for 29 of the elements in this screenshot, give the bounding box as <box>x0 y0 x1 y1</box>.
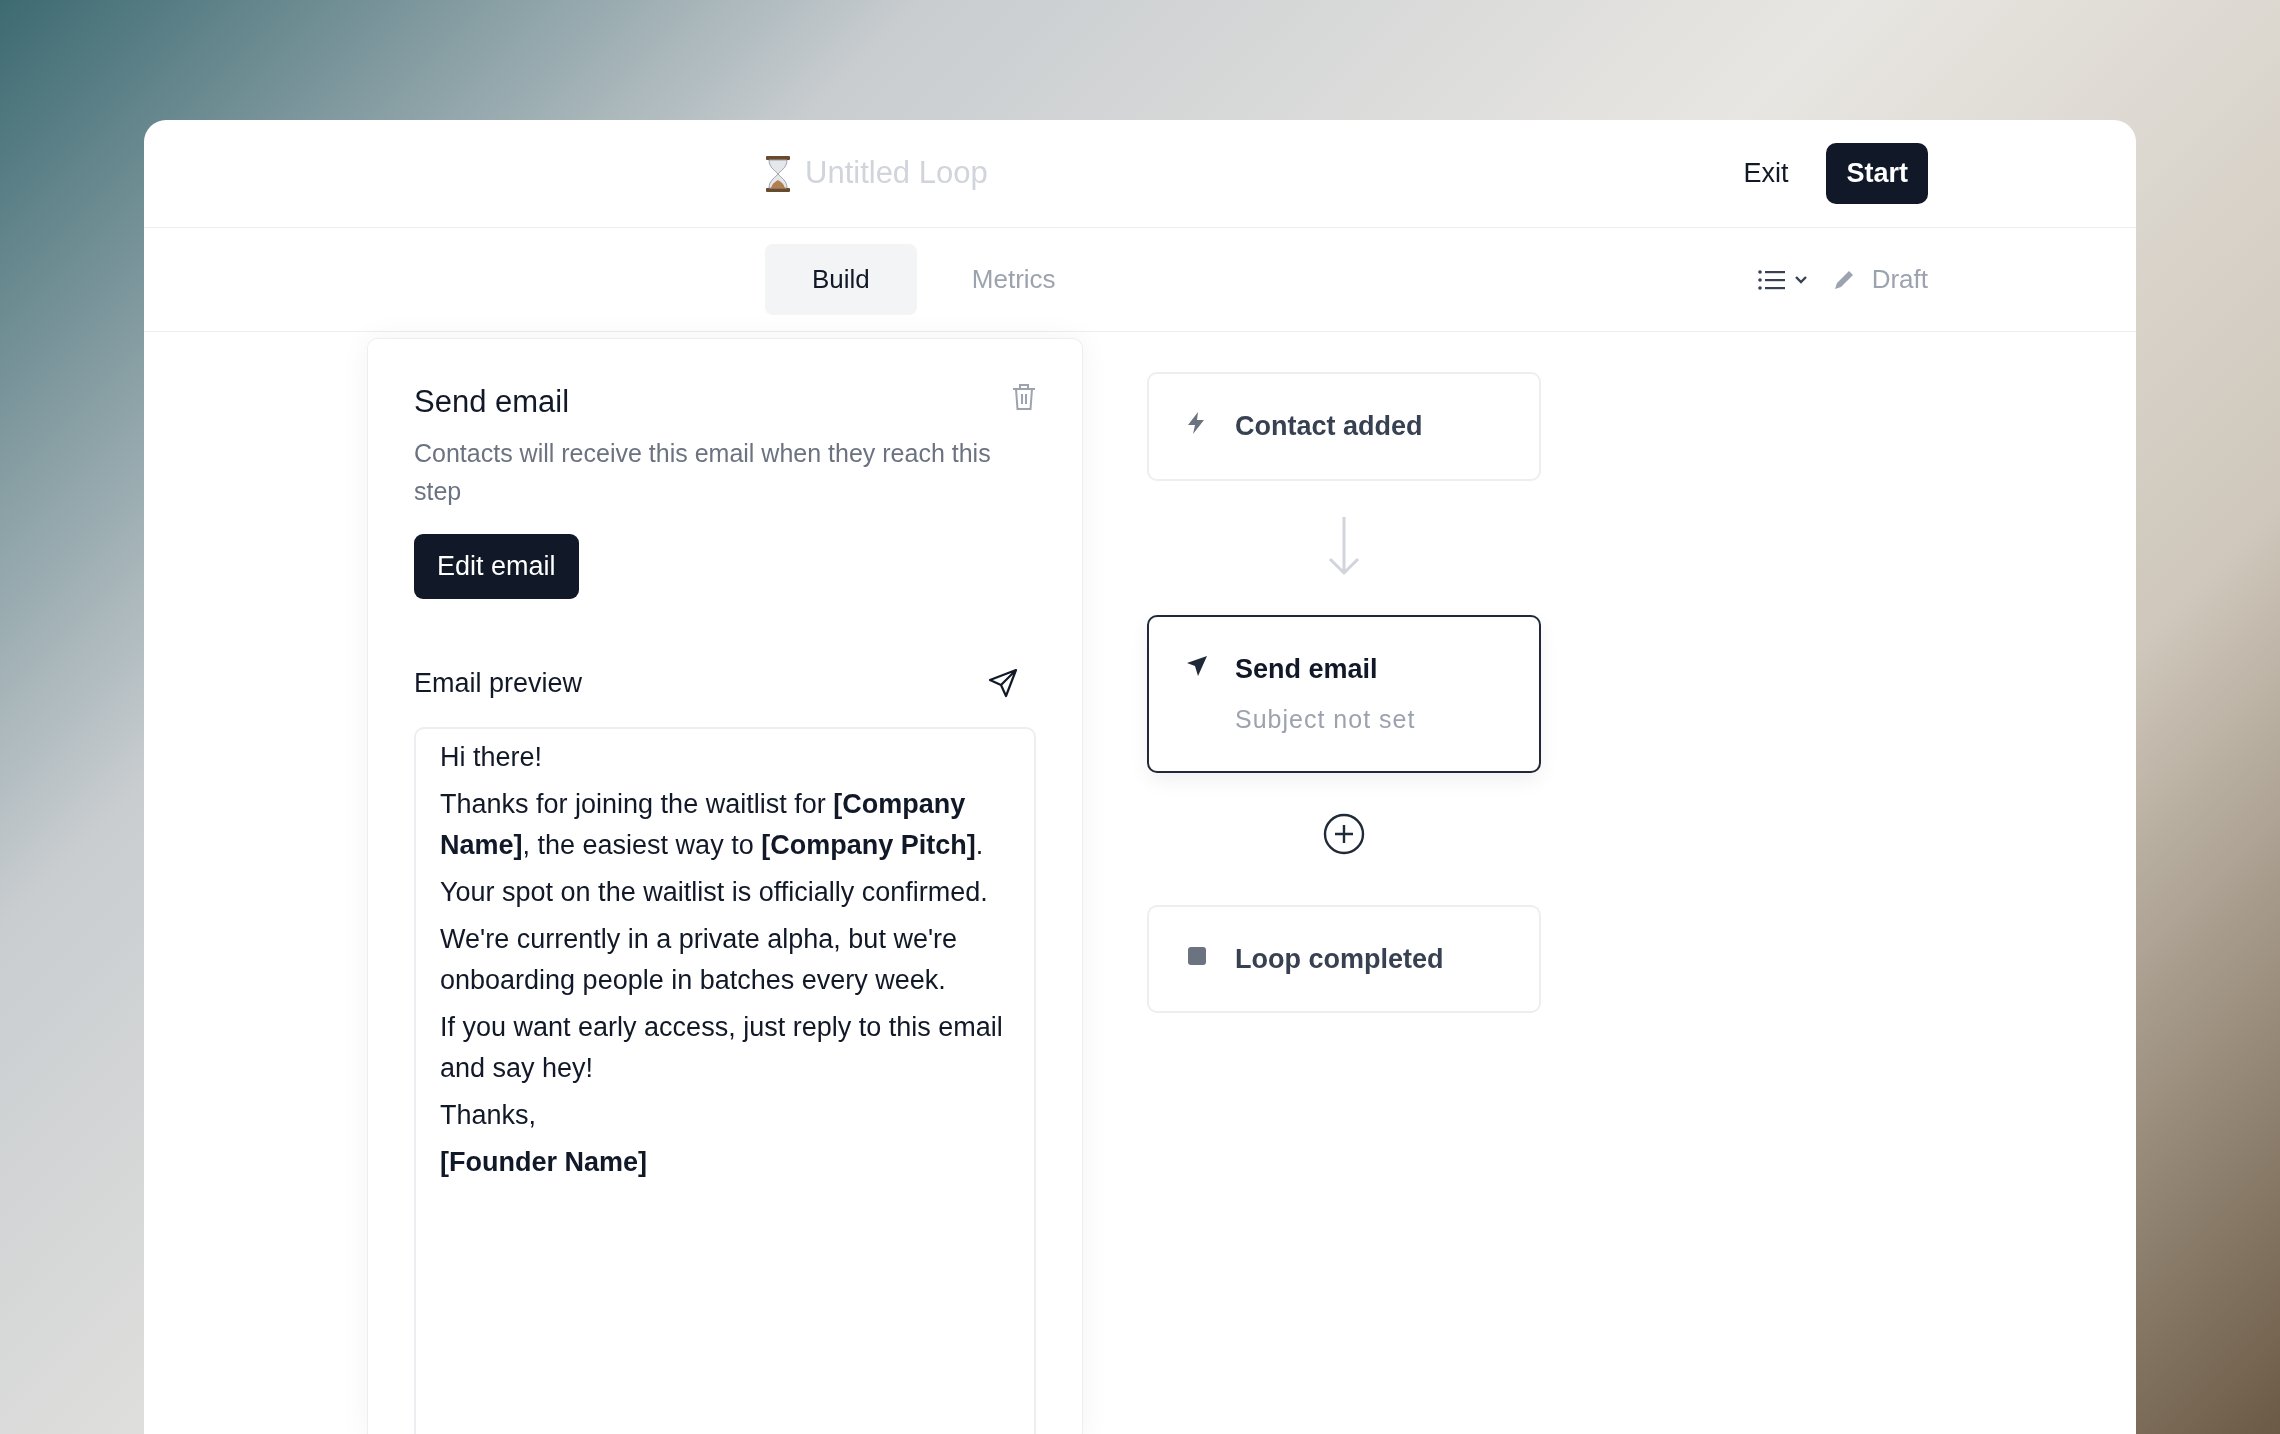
edit-email-button[interactable]: Edit email <box>414 534 579 599</box>
preview-label: Email preview <box>414 666 583 700</box>
paper-plane-icon <box>1185 653 1209 678</box>
tab[interactable]: Build <box>765 244 917 315</box>
email-paragraph: Thanks, <box>440 1099 538 1133</box>
chevron-down-icon <box>1793 274 1808 285</box>
node-title: Send email <box>1235 652 1379 686</box>
email-paragraph: If you want early access, just reply to this email and say hey! <box>440 1011 1004 1086</box>
flow-node[interactable]: Contact added <box>1147 372 1541 481</box>
node-title: Contact added <box>1235 410 1423 443</box>
hourglass-icon <box>765 155 791 192</box>
flow-node[interactable]: Loop completed <box>1147 904 1541 1013</box>
panel-title: Send email <box>414 383 570 421</box>
status-label: Draft <box>1871 263 1928 296</box>
email-paragraph: We're currently in a private alpha, but we're onboarding people in batches every week. <box>440 923 959 998</box>
view-menu-button[interactable] <box>1757 268 1808 291</box>
email-paragraph: Your spot on the waitlist is officially confirmed. <box>440 876 989 910</box>
email-paragraph: Hi there! <box>440 741 544 775</box>
list-icon <box>1757 268 1786 291</box>
flow-node[interactable]: Send email Subject not set <box>1147 614 1541 773</box>
send-icon[interactable] <box>988 667 1018 698</box>
start-button[interactable]: Start <box>1826 143 1928 204</box>
node-title: Loop completed <box>1235 942 1444 976</box>
node-subtitle: Subject not set <box>1235 704 1416 735</box>
panel-description: Contacts will receive this email when they reach this step <box>414 438 992 508</box>
signature-text: [Founder Name] <box>440 1146 648 1180</box>
email-paragraph: Thanks for joining the waitlist for [Company Name], the easiest way to [Company Pitch]. <box>440 788 985 863</box>
add-step-icon[interactable] <box>1323 812 1365 855</box>
exit-button[interactable]: Exit <box>1729 145 1803 202</box>
